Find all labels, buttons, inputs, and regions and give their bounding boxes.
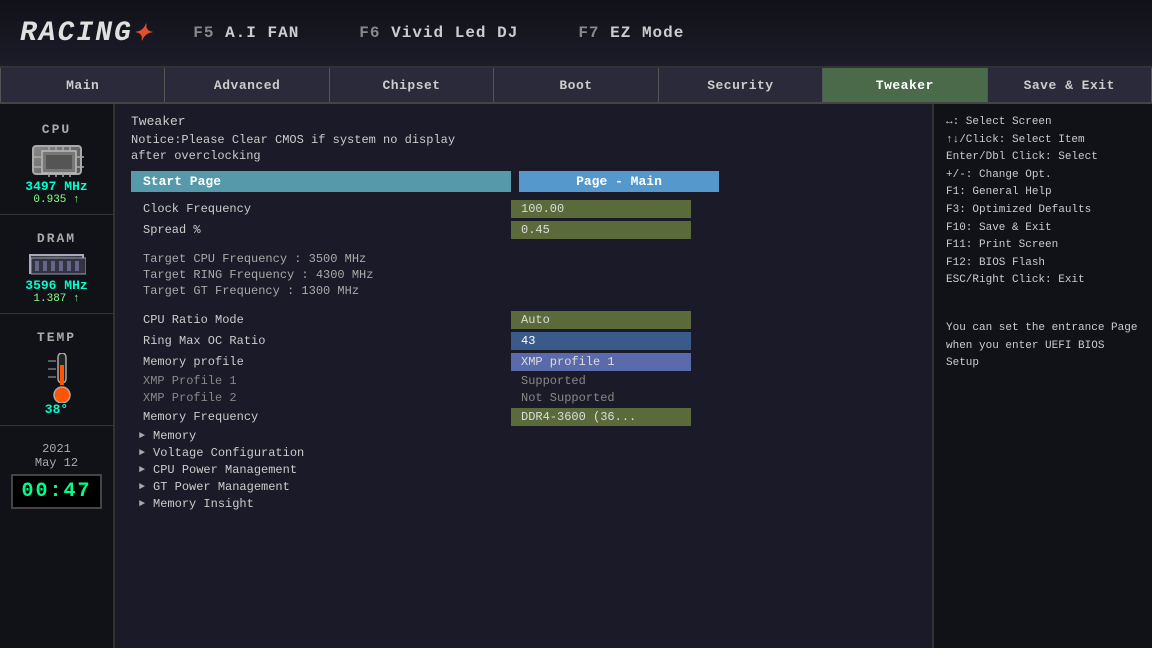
spread-value: 0.45 (511, 221, 691, 239)
dram-freq: 3596 MHz (25, 278, 87, 293)
top-nav-f7[interactable]: F7 EZ Mode (578, 24, 684, 42)
logo: RACING✦ (20, 18, 153, 49)
mem-freq-value: DDR4-3600 (36... (511, 408, 691, 426)
tab-security[interactable]: Security (659, 68, 823, 102)
cpu-label: CPU (42, 122, 71, 137)
notice-line2: after overclocking (131, 149, 916, 163)
expandable-mem-insight-label: Memory Insight (153, 497, 254, 511)
top-nav-f6[interactable]: F6 Vivid Led DJ (359, 24, 518, 42)
xmp1-row: XMP Profile 1 Supported (131, 374, 916, 388)
help-shortcuts: ↔: Select Screen ↑↓/Click: Select Item E… (946, 114, 1140, 290)
dram-volt: 1.387 ↑ (33, 293, 79, 305)
right-panel: ↔: Select Screen ↑↓/Click: Select Item E… (932, 104, 1152, 648)
date-month-day: May 12 (35, 456, 78, 470)
expandable-cpu-power[interactable]: ► CPU Power Management (131, 463, 916, 477)
expandable-memory-label: Memory (153, 429, 196, 443)
xmp2-label: XMP Profile 2 (131, 391, 511, 405)
cpu-ratio-value: Auto (511, 311, 691, 329)
clock-freq-row[interactable]: Clock Frequency 100.00 (131, 200, 916, 218)
top-nav-f5[interactable]: F5 A.I FAN (193, 24, 299, 42)
arrow-icon-cpu-power: ► (139, 465, 145, 476)
xmp2-row: XMP Profile 2 Not Supported (131, 391, 916, 405)
expandable-gt-power[interactable]: ► GT Power Management (131, 480, 916, 494)
dram-icon (29, 254, 84, 274)
arrow-icon-memory: ► (139, 431, 145, 442)
expandable-voltage[interactable]: ► Voltage Configuration (131, 446, 916, 460)
tab-main[interactable]: Main (0, 68, 165, 102)
temp-icon (42, 353, 72, 398)
cpu-volt: 0.935 ↑ (33, 194, 79, 206)
spread-row[interactable]: Spread % 0.45 (131, 221, 916, 239)
dram-section: DRAM 3596 MHz 1.387 ↑ (0, 223, 113, 314)
section-title: Tweaker (131, 114, 916, 129)
clock-freq-label: Clock Frequency (131, 202, 511, 216)
ring-max-label: Ring Max OC Ratio (131, 334, 511, 348)
cpu-freq: 3497 MHz (25, 179, 87, 194)
target-cpu: Target CPU Frequency : 3500 MHz (131, 252, 916, 266)
start-page-label: Start Page (131, 171, 511, 192)
menu-bar: Main Advanced Chipset Boot Security Twea… (0, 68, 1152, 104)
cpu-section: CPU 3497 (0, 114, 113, 215)
target-gt: Target GT Frequency : 1300 MHz (131, 284, 916, 298)
tab-save-exit[interactable]: Save & Exit (988, 68, 1152, 102)
clock-freq-value: 100.00 (511, 200, 691, 218)
help-description: You can set the entrance Page when you e… (946, 320, 1140, 373)
tab-chipset[interactable]: Chipset (330, 68, 494, 102)
expandable-gt-power-label: GT Power Management (153, 480, 290, 494)
target-ring: Target RING Frequency : 4300 MHz (131, 268, 916, 282)
main-layout: CPU 3497 (0, 104, 1152, 648)
mem-profile-value: XMP profile 1 (511, 353, 691, 371)
ring-max-value: 43 (511, 332, 691, 350)
dram-label: DRAM (37, 231, 76, 246)
temp-value: 38° (45, 402, 68, 417)
temp-label: TEMP (37, 330, 76, 345)
arrow-icon-voltage: ► (139, 448, 145, 459)
spread-label: Spread % (131, 223, 511, 237)
cpu-ratio-row[interactable]: CPU Ratio Mode Auto (131, 311, 916, 329)
expandable-memory[interactable]: ► Memory (131, 429, 916, 443)
start-page-row[interactable]: Start Page Page - Main (131, 171, 916, 192)
mem-profile-label: Memory profile (131, 355, 511, 369)
xmp2-value: Not Supported (511, 391, 615, 405)
cpu-ratio-label: CPU Ratio Mode (131, 313, 511, 327)
tab-tweaker[interactable]: Tweaker (823, 68, 987, 102)
arrow-icon-gt-power: ► (139, 482, 145, 493)
xmp1-value: Supported (511, 374, 586, 388)
tab-boot[interactable]: Boot (494, 68, 658, 102)
cpu-icon (32, 145, 82, 175)
top-bar: RACING✦ F5 A.I FAN F6 Vivid Led DJ F7 EZ… (0, 0, 1152, 68)
expandable-cpu-power-label: CPU Power Management (153, 463, 297, 477)
arrow-icon-mem-insight: ► (139, 499, 145, 510)
start-page-value: Page - Main (519, 171, 719, 192)
date-section: 2021 May 12 00:47 (11, 434, 101, 517)
expandable-mem-insight[interactable]: ► Memory Insight (131, 497, 916, 511)
tab-advanced[interactable]: Advanced (165, 68, 329, 102)
mem-profile-row[interactable]: Memory profile XMP profile 1 (131, 353, 916, 371)
ring-max-row[interactable]: Ring Max OC Ratio 43 (131, 332, 916, 350)
mem-freq-label: Memory Frequency (131, 410, 511, 424)
content-area: Tweaker Notice:Please Clear CMOS if syst… (115, 104, 932, 648)
top-nav: F5 A.I FAN F6 Vivid Led DJ F7 EZ Mode (193, 24, 684, 42)
temp-section: TEMP 38° (0, 322, 113, 426)
date-year: 2021 (42, 442, 71, 456)
xmp1-label: XMP Profile 1 (131, 374, 511, 388)
notice-line1: Notice:Please Clear CMOS if system no di… (131, 133, 916, 147)
time-display: 00:47 (11, 474, 101, 509)
mem-freq-row[interactable]: Memory Frequency DDR4-3600 (36... (131, 408, 916, 426)
expandable-voltage-label: Voltage Configuration (153, 446, 304, 460)
logo-text: RACING✦ (20, 18, 153, 49)
left-sidebar: CPU 3497 (0, 104, 115, 648)
